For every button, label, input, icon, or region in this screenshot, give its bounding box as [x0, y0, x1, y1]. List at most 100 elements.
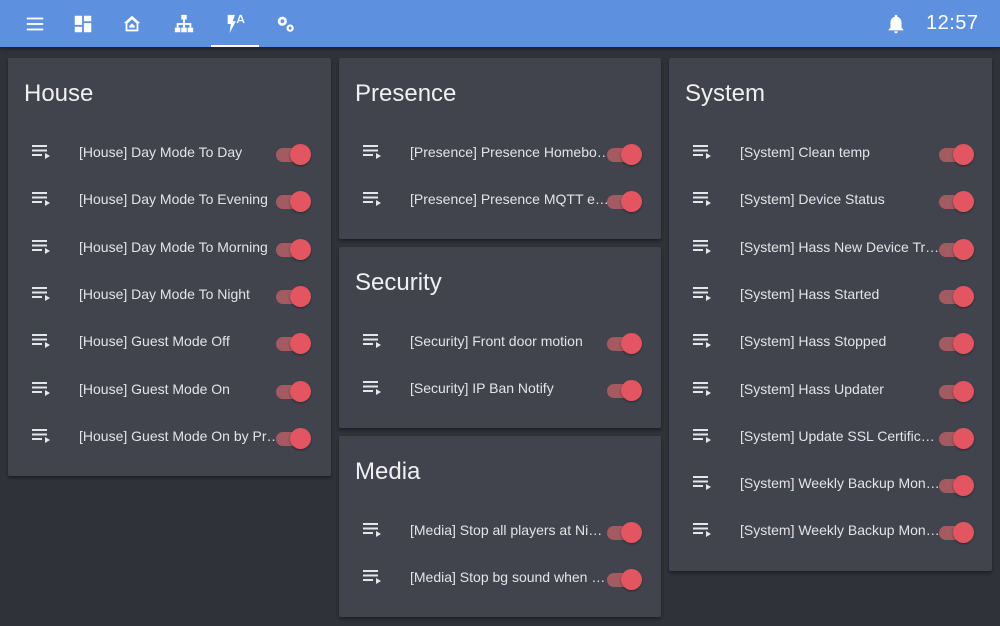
card-presence: Presence [Presence] Presence Homebo… [Pre…: [339, 58, 661, 239]
settings-icon[interactable]: [262, 0, 310, 47]
automation-label[interactable]: [House] Day Mode To Morning: [79, 224, 268, 271]
automation-toggle[interactable]: [939, 189, 975, 213]
toggle-knob: [621, 380, 642, 402]
automation-label[interactable]: [Security] Front door motion: [410, 318, 583, 365]
automation-row[interactable]: [House] Day Mode To Day: [8, 129, 331, 176]
automation-toggle[interactable]: [276, 237, 312, 260]
automation-label[interactable]: [House] Day Mode To Night: [79, 271, 250, 318]
automation-label[interactable]: [Presence] Presence MQTT e…: [410, 176, 609, 223]
automation-row[interactable]: [Presence] Presence Homebo…: [339, 129, 661, 176]
automation-toggle[interactable]: [276, 331, 312, 355]
automation-label[interactable]: [System] Hass New Device Tr…: [740, 224, 939, 271]
automation-label[interactable]: [House] Guest Mode On by Pr…: [79, 413, 281, 460]
automation-toggle[interactable]: [276, 379, 312, 402]
playlist-play-icon: [32, 380, 54, 398]
automation-label[interactable]: [System] Weekly Backup Mon…: [740, 460, 940, 507]
automation-label[interactable]: [House] Day Mode To Evening: [79, 176, 268, 223]
automation-label[interactable]: [Media] Stop all players at Ni…: [410, 507, 602, 554]
automation-row[interactable]: [House] Day Mode To Morning: [8, 224, 331, 271]
top-app-bar: 12:57: [0, 0, 1000, 47]
automation-toggle[interactable]: [939, 284, 975, 307]
automation-toggle[interactable]: [607, 378, 643, 402]
playlist-play-icon: [693, 143, 715, 161]
dashboard-icon[interactable]: [59, 0, 107, 47]
automation-label[interactable]: [House] Guest Mode On: [79, 366, 230, 413]
automation-toggle[interactable]: [607, 520, 643, 543]
card-house: House [House] Day Mode To Day [House] Day…: [8, 58, 331, 476]
automation-label[interactable]: [Media] Stop bg sound when …: [410, 554, 605, 601]
automation-toggle[interactable]: [607, 142, 643, 165]
playlist-play-icon: [693, 427, 715, 445]
automation-toggle[interactable]: [939, 142, 975, 165]
automation-row[interactable]: [House] Guest Mode Off: [8, 318, 331, 365]
automation-toggle[interactable]: [607, 331, 643, 354]
playlist-play-icon: [693, 380, 715, 398]
bell-icon[interactable]: [874, 0, 918, 47]
automation-row[interactable]: [System] Weekly Backup Mon…: [669, 460, 992, 507]
playlist-play-icon: [693, 285, 715, 303]
automation-toggle[interactable]: [939, 473, 975, 497]
automation-row[interactable]: [System] Hass Updater: [669, 366, 992, 413]
automation-row[interactable]: [House] Day Mode To Evening: [8, 176, 331, 223]
toggle-knob: [290, 427, 311, 449]
automation-label[interactable]: [System] Hass Started: [740, 271, 879, 318]
home-icon[interactable]: [108, 0, 156, 47]
automation-row[interactable]: [System] Clean temp: [669, 129, 992, 176]
automation-toggle[interactable]: [939, 379, 975, 402]
automation-label[interactable]: [System] Weekly Backup Mon…: [740, 507, 940, 554]
automation-toggle[interactable]: [276, 142, 312, 165]
automation-toggle[interactable]: [607, 567, 643, 591]
automation-row[interactable]: [System] Hass New Device Tr…: [669, 224, 992, 271]
automation-label[interactable]: [Security] IP Ban Notify: [410, 365, 554, 412]
automation-row[interactable]: [System] Hass Started: [669, 271, 992, 318]
playlist-play-icon: [693, 332, 715, 350]
automation-label[interactable]: [System] Hass Updater: [740, 366, 884, 413]
automation-row[interactable]: [Security] IP Ban Notify: [339, 365, 661, 412]
automation-label[interactable]: [System] Clean temp: [740, 129, 870, 176]
toggle-knob: [953, 238, 974, 260]
automation-row[interactable]: [System] Update SSL Certific…: [669, 413, 992, 460]
playlist-play-icon: [363, 143, 385, 161]
automation-label[interactable]: [System] Device Status: [740, 176, 885, 223]
menu-icon[interactable]: [11, 0, 59, 47]
automation-toggle[interactable]: [939, 520, 975, 544]
playlist-play-icon: [363, 190, 385, 208]
automation-row[interactable]: [Security] Front door motion: [339, 318, 661, 365]
automation-label[interactable]: [House] Guest Mode Off: [79, 318, 230, 365]
automation-row[interactable]: [Media] Stop all players at Ni…: [339, 507, 661, 554]
automation-row[interactable]: [System] Device Status: [669, 176, 992, 223]
automation-row[interactable]: [System] Hass Stopped: [669, 318, 992, 365]
automation-row[interactable]: [System] Weekly Backup Mon…: [669, 507, 992, 554]
automation-row[interactable]: [House] Guest Mode On by Pr…: [8, 413, 331, 460]
toggle-knob: [621, 569, 642, 591]
automation-row[interactable]: [Media] Stop bg sound when …: [339, 554, 661, 601]
automation-label[interactable]: [System] Hass Stopped: [740, 318, 886, 365]
playlist-play-icon: [363, 379, 385, 397]
automation-toggle[interactable]: [939, 426, 975, 449]
automation-toggle[interactable]: [939, 237, 975, 260]
toggle-knob: [290, 144, 311, 165]
playlist-play-icon: [32, 238, 54, 256]
automation-row[interactable]: [House] Guest Mode On: [8, 366, 331, 413]
automation-toggle[interactable]: [607, 189, 643, 213]
automation-icon[interactable]: [211, 0, 259, 47]
playlist-play-icon: [363, 332, 385, 350]
card-title: System: [685, 80, 766, 107]
toggle-knob: [621, 191, 642, 213]
automation-label[interactable]: [Presence] Presence Homebo…: [410, 129, 611, 176]
automation-toggle[interactable]: [276, 284, 312, 307]
automation-row[interactable]: [Presence] Presence MQTT e…: [339, 176, 661, 223]
toggle-knob: [621, 144, 642, 165]
playlist-play-icon: [363, 521, 385, 539]
automation-toggle[interactable]: [276, 426, 312, 449]
automation-label[interactable]: [System] Update SSL Certific…: [740, 413, 935, 460]
automation-label[interactable]: [House] Day Mode To Day: [79, 129, 242, 176]
playlist-play-icon: [693, 521, 715, 539]
automation-row[interactable]: [House] Day Mode To Night: [8, 271, 331, 318]
toggle-knob: [953, 522, 974, 544]
automation-toggle[interactable]: [939, 331, 975, 355]
card-title: Security: [355, 269, 442, 296]
automation-toggle[interactable]: [276, 189, 312, 213]
playlist-play-icon: [693, 238, 715, 256]
network-icon[interactable]: [160, 0, 208, 47]
